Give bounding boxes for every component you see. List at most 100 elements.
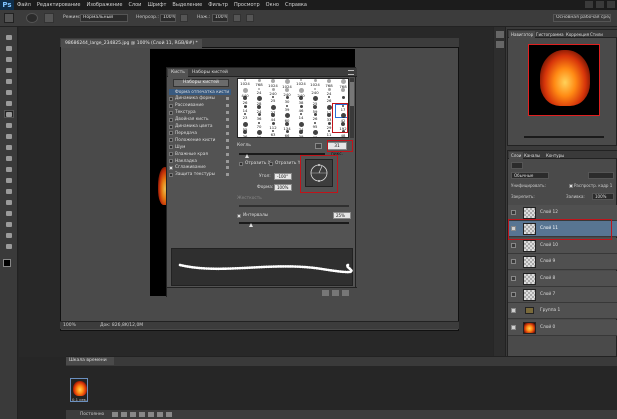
brush-option[interactable]: Рассеивание [169, 103, 231, 109]
path-select-tool-icon[interactable] [4, 209, 14, 217]
crop-tool-icon[interactable] [4, 77, 14, 85]
eyedropper-tool-icon[interactable] [4, 88, 14, 96]
lock-icon[interactable] [226, 145, 229, 149]
brush-tool-icon[interactable] [4, 110, 14, 118]
brush-option-checkbox[interactable] [169, 165, 173, 170]
layer-filter-select[interactable] [511, 162, 523, 169]
brush-option[interactable]: Передача [169, 130, 231, 136]
flip-x-checkbox[interactable]: Отразить X [239, 161, 271, 166]
visibility-eye-icon[interactable] [511, 308, 516, 314]
flip-y-checkbox[interactable]: Отразить Y [269, 161, 300, 166]
brush-presets-button[interactable]: Наборы кистей [173, 79, 229, 87]
lock-icon[interactable] [226, 97, 229, 101]
tab-adjustments[interactable]: Коррекция [564, 31, 591, 38]
pressure-opacity-icon[interactable] [180, 14, 188, 22]
lock-icon[interactable] [226, 138, 229, 142]
brush-option-checkbox[interactable] [169, 172, 173, 177]
lock-icon[interactable] [226, 111, 229, 115]
lock-icon[interactable] [226, 166, 229, 170]
brush-tip[interactable]: 63 [266, 130, 280, 137]
navigator-thumbnail[interactable] [528, 44, 600, 116]
shape-tool-icon[interactable] [4, 220, 14, 228]
brush-tool-icon[interactable] [4, 13, 14, 23]
blend-mode-select[interactable]: Обычные [511, 172, 549, 179]
prev-frame-icon[interactable] [121, 412, 127, 417]
history-brush-tool-icon[interactable] [4, 132, 14, 140]
next-frame-icon[interactable] [139, 412, 145, 417]
brush-settings-icon[interactable] [342, 290, 349, 296]
visibility-eye-icon[interactable] [511, 210, 516, 215]
spacing-checkbox[interactable]: Интервалы [237, 213, 268, 218]
visibility-eye-icon[interactable] [511, 275, 516, 281]
menu-item-3[interactable]: Слои [125, 2, 144, 8]
eraser-tool-icon[interactable] [4, 143, 14, 151]
brush-panel-toggle-icon[interactable] [44, 13, 54, 23]
type-tool-icon[interactable] [4, 198, 14, 206]
brush-option[interactable]: Влажные края [169, 151, 231, 157]
marquee-tool-icon[interactable] [4, 44, 14, 52]
brush-option-checkbox[interactable] [169, 159, 173, 163]
tab-styles[interactable]: Стили [588, 31, 605, 38]
roundness-field[interactable]: 100% [274, 184, 292, 191]
brush-option[interactable]: Динамика цвета [169, 124, 231, 130]
layer-name[interactable]: Слой 7 [540, 292, 555, 297]
layer-row[interactable]: Слой 0 [508, 319, 617, 336]
brush-option-checkbox[interactable] [169, 103, 173, 108]
navigator-zoom-slider[interactable] [524, 136, 604, 138]
visibility-eye-icon[interactable] [511, 324, 516, 330]
tween-icon[interactable] [148, 412, 154, 417]
menu-item-8[interactable]: Окно [263, 2, 282, 8]
duplicate-frame-icon[interactable] [157, 412, 163, 417]
brush-option[interactable]: Форма отпечатка кисти [169, 89, 231, 95]
hardness-slider[interactable] [239, 205, 349, 207]
lock-icon[interactable] [226, 152, 229, 156]
opacity-field[interactable]: 100% [160, 14, 176, 22]
blur-tool-icon[interactable] [4, 165, 14, 173]
brush-option-checkbox[interactable] [169, 110, 173, 115]
brush-option-checkbox[interactable] [169, 152, 173, 157]
brush-option-checkbox[interactable] [169, 145, 173, 150]
minimize-icon[interactable] [585, 1, 593, 8]
brush-tip-grid[interactable]: 1024 768 1024 1024 1024 1024 768 768 440 24 240 240… [237, 78, 349, 138]
brush-option[interactable]: Двойная кисть [169, 117, 231, 123]
brush-option-checkbox[interactable] [169, 131, 173, 136]
lock-icon[interactable] [226, 131, 229, 135]
tab-brush[interactable]: Кисть [168, 69, 188, 77]
quick-select-tool-icon[interactable] [4, 66, 14, 74]
menu-item-5[interactable]: Выделение [169, 2, 205, 8]
tab-channels[interactable]: Каналы [522, 152, 542, 159]
layer-name[interactable]: Слой 12 [540, 210, 558, 215]
brush-tip[interactable]: 33 [252, 130, 266, 137]
visibility-eye-icon[interactable] [511, 292, 516, 297]
frame-time[interactable]: 0,1 сек. [72, 397, 87, 402]
tab-paths[interactable]: Контуры [544, 152, 566, 159]
first-frame-icon[interactable] [112, 412, 118, 417]
menu-item-9[interactable]: Справка [282, 2, 310, 8]
flow-field[interactable]: 100% [212, 14, 228, 22]
toggle-hardness-preview-icon[interactable] [322, 290, 329, 296]
layer-row[interactable]: Слой 7 [508, 287, 617, 303]
mode-select[interactable]: Нормальный [80, 14, 128, 22]
tip-grid-scrollbar[interactable] [350, 78, 354, 138]
tab-brush-presets[interactable]: Наборы кистей [189, 69, 231, 77]
layer-name[interactable]: Группа 1 [540, 308, 560, 313]
menu-item-0[interactable]: Файл [14, 2, 34, 8]
dodge-tool-icon[interactable] [4, 176, 14, 184]
panel-menu-icon[interactable] [348, 70, 354, 75]
lock-icon[interactable] [226, 118, 229, 122]
actions-icon[interactable] [496, 41, 504, 48]
fill-field[interactable]: 100% [592, 193, 614, 200]
navigator-view-box[interactable] [528, 44, 600, 116]
document-tab[interactable]: 98686244_large_234825.jpg @ 100% (Слой 1… [61, 39, 202, 48]
visibility-eye-icon[interactable] [511, 259, 516, 265]
brush-preset-picker[interactable] [26, 13, 38, 23]
history-icon[interactable] [496, 31, 504, 38]
visibility-eye-icon[interactable] [511, 242, 516, 248]
brush-option-checkbox[interactable] [169, 124, 173, 129]
layer-name[interactable]: Слой 9 [540, 259, 555, 264]
menu-item-2[interactable]: Изображение [83, 2, 125, 8]
loop-select[interactable]: Постоянно [80, 412, 104, 417]
layer-name[interactable]: Слой 10 [540, 243, 558, 248]
brush-option[interactable]: Положение кисти [169, 137, 231, 143]
layer-name[interactable]: Слой 0 [540, 325, 555, 330]
